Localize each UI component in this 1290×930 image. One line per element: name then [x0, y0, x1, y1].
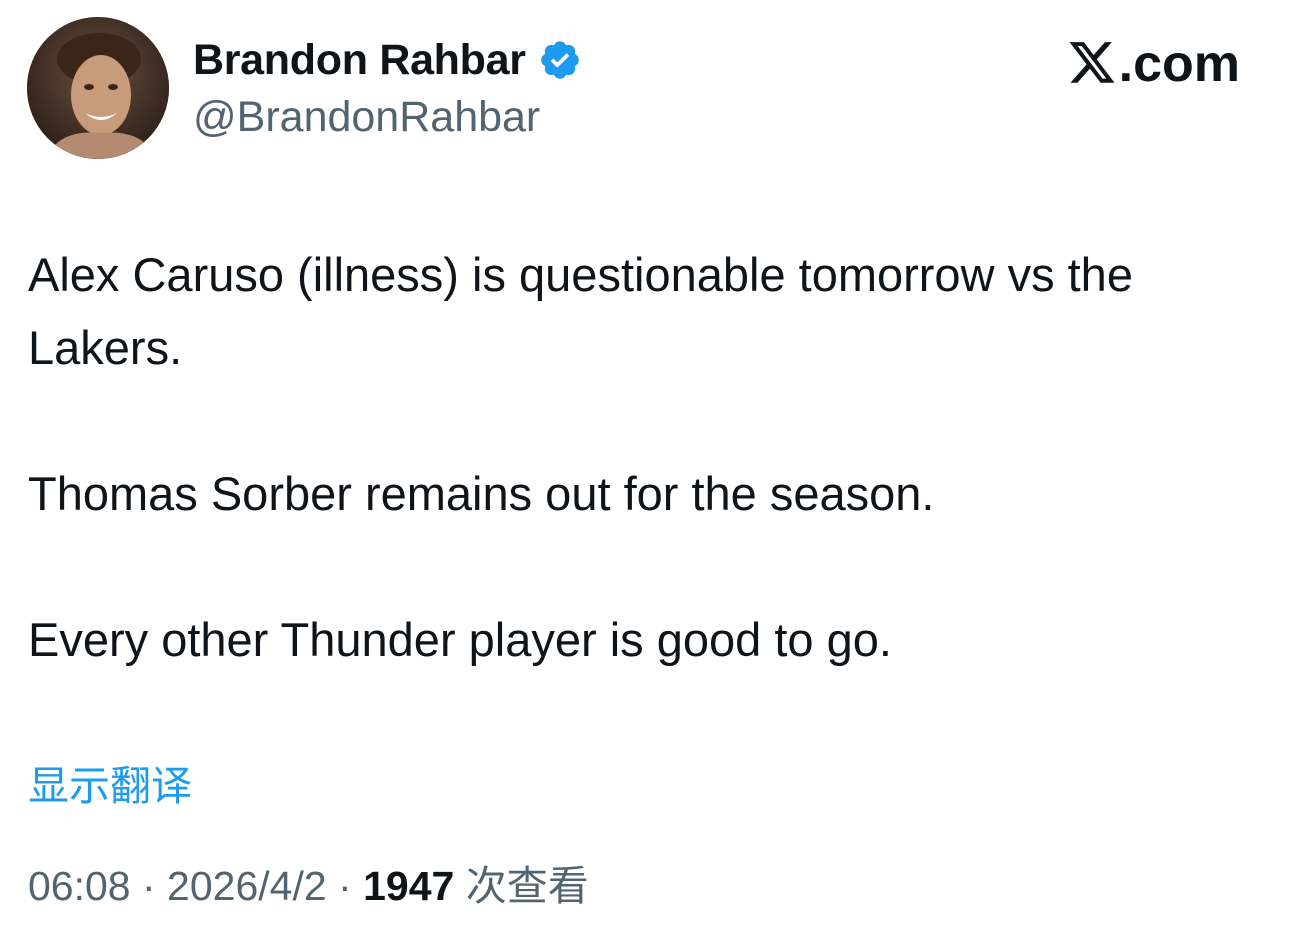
tweet-text: Alex Caruso (illness) is questionable to…: [28, 238, 1258, 676]
x-logo-icon: [1067, 40, 1117, 88]
tweet-paragraph: Every other Thunder player is good to go…: [28, 613, 892, 666]
verified-badge-icon: [538, 38, 582, 82]
author-name[interactable]: Brandon Rahbar: [193, 36, 526, 85]
avatar-photo: [27, 17, 169, 159]
x-com-brand: .com: [1067, 34, 1240, 94]
avatar[interactable]: [27, 17, 169, 159]
brand-domain-text: .com: [1118, 35, 1240, 93]
tweet-paragraph: Thomas Sorber remains out for the season…: [28, 467, 935, 520]
show-translation-link[interactable]: 显示翻译: [28, 752, 192, 812]
tweet-time[interactable]: 06:08: [28, 863, 131, 909]
author-handle[interactable]: @BrandonRahbar: [193, 93, 540, 142]
tweet-paragraph: Alex Caruso (illness) is questionable to…: [28, 248, 1133, 374]
tweet-meta: 06:08 · 2026/4/2 · 1947 次查看: [28, 852, 589, 912]
meta-separator: ·: [326, 863, 364, 909]
views-label: 次查看: [454, 863, 589, 909]
tweet-date[interactable]: 2026/4/2: [167, 863, 327, 909]
author-name-row: Brandon Rahbar: [193, 34, 582, 86]
meta-separator: ·: [130, 863, 168, 909]
views-count[interactable]: 1947: [363, 863, 454, 909]
